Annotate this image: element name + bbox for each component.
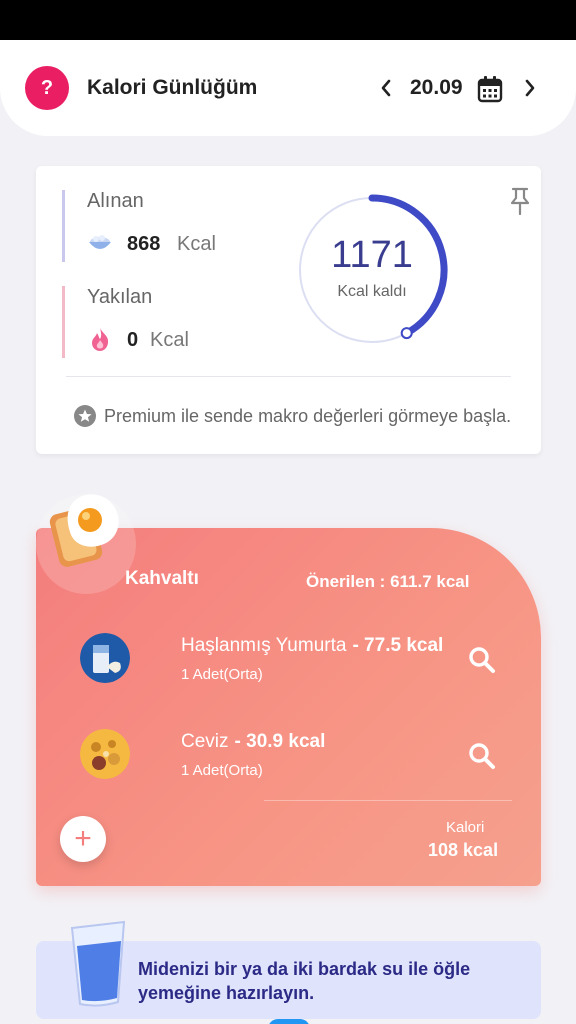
help-icon: ? (40, 76, 54, 99)
app-header: ? Kalori Günlüğüm 20.09 (0, 40, 576, 136)
water-tip-text: Midenizi bir ya da iki bardak su ile öğl… (138, 959, 471, 1003)
food-name: Haşlanmış Yumurta (181, 635, 347, 656)
flame-icon (92, 328, 109, 351)
chevron-left-icon (381, 79, 391, 97)
burned-block: Yakılan 0 Kcal (62, 286, 262, 358)
next-day-button[interactable] (520, 70, 540, 106)
meal-total-value: 108 kcal (428, 840, 499, 860)
food-portion: 1 Adet(Orta) (181, 762, 263, 779)
food-name-line: Ceviz - 30.9 kcal (181, 731, 325, 753)
current-date[interactable]: 20.09 (410, 76, 463, 100)
add-food-button[interactable]: + (60, 816, 106, 862)
card-divider (66, 376, 511, 377)
burned-label: Yakılan (87, 286, 153, 308)
star-icon (74, 405, 96, 427)
food-item[interactable]: Haşlanmış Yumurta - 77.5 kcal 1 Adet(Orta… (80, 631, 520, 691)
remaining-kcal-value: 1171 (331, 234, 413, 276)
food-kcal: - 77.5 kcal (352, 635, 444, 656)
bottom-action-button[interactable] (268, 1019, 310, 1024)
calendar-icon[interactable] (477, 75, 503, 103)
taken-block: Alınan 868 Kcal (62, 190, 262, 262)
egg-toast-icon (49, 494, 119, 567)
walnut-icon (80, 729, 130, 779)
taken-label: Alınan (87, 190, 144, 212)
food-item[interactable]: Ceviz - 30.9 kcal 1 Adet(Orta) (80, 727, 520, 787)
remaining-kcal-label: Kcal kaldı (337, 283, 407, 300)
food-portion: 1 Adet(Orta) (181, 666, 263, 683)
ring-knob (400, 327, 413, 340)
pin-icon[interactable] (508, 186, 532, 216)
burned-value: 0 (127, 329, 139, 351)
food-name: Ceviz (181, 731, 229, 752)
bowl-icon (89, 235, 111, 249)
water-glass-icon (70, 920, 126, 1007)
status-bar (0, 0, 576, 40)
food-name-line: Haşlanmış Yumurta - 77.5 kcal (181, 635, 443, 657)
previous-day-button[interactable] (376, 70, 396, 106)
help-button[interactable]: ? (25, 66, 69, 110)
milk-icon (80, 633, 130, 683)
meal-title: Kahvaltı (125, 568, 199, 589)
plus-icon: + (74, 822, 92, 855)
calorie-summary-card: Alınan 868 Kcal Yakılan 0 Kcal 1171 Kcal… (36, 166, 541, 454)
chevron-right-icon (525, 79, 535, 97)
meal-total-label: Kalori (446, 819, 485, 836)
food-kcal: - 30.9 kcal (234, 731, 326, 752)
search-icon[interactable] (467, 645, 497, 675)
premium-promo-text[interactable]: Premium ile sende makro değerleri görmey… (104, 406, 511, 427)
meal-suggested-kcal: Önerilen : 611.7 kcal (306, 572, 470, 591)
taken-unit: Kcal (177, 233, 216, 255)
meal-divider (264, 800, 512, 801)
search-icon[interactable] (467, 741, 497, 771)
taken-value: 868 (127, 233, 161, 255)
burned-unit: Kcal (150, 329, 189, 351)
page-title: Kalori Günlüğüm (87, 76, 258, 99)
